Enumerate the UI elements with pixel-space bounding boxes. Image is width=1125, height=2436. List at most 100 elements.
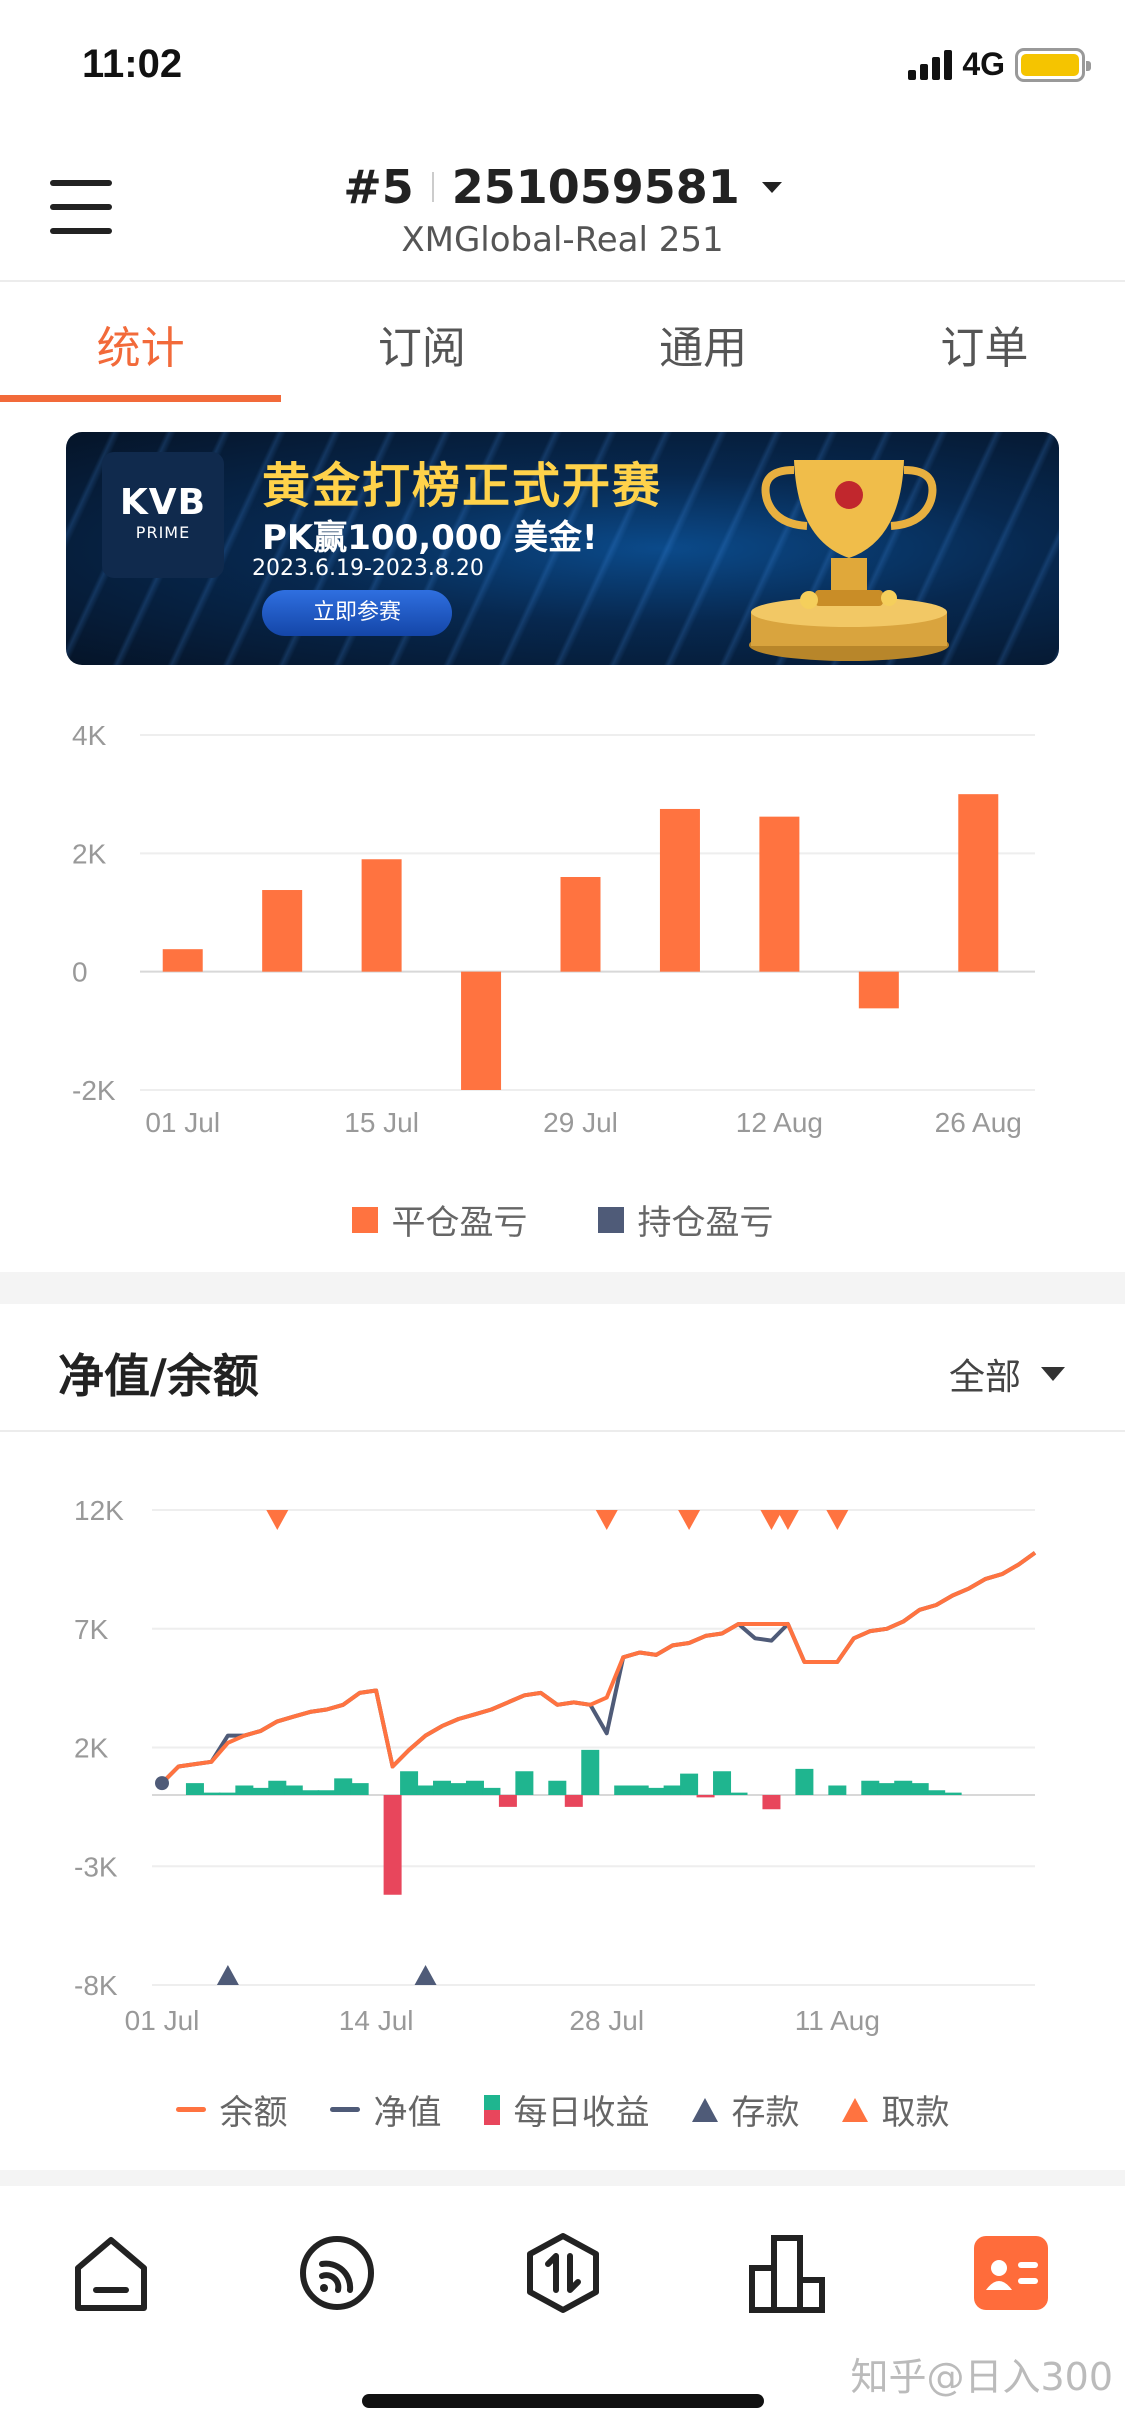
- pnl-bar-chart: 4K 2K 0 -2K 01 Jul 15 Jul 29 Jul 12 Aug 26 Aug: [72, 720, 1035, 1138]
- daily-profit-bar: [400, 1771, 419, 1795]
- trophy-icon: [749, 460, 949, 661]
- pnl-legend: 平仓盈亏 持仓盈亏: [0, 1195, 1125, 1244]
- legend-balance[interactable]: 余额: [175, 2085, 288, 2134]
- daily-profit-bar: [482, 1787, 501, 1795]
- home-indicator[interactable]: [362, 2394, 764, 2408]
- daily-profit-bar: [564, 1795, 583, 1807]
- app-header: #5 251059581 XMGlobal-Real 251: [0, 140, 1125, 282]
- daily-profit-bar: [284, 1785, 303, 1795]
- kvb-logo: KVB PRIME: [102, 452, 224, 578]
- daily-profit-bar: [943, 1792, 962, 1795]
- banner-title: 黄金打榜正式开赛: [262, 458, 663, 514]
- daily-profit-bar: [465, 1780, 484, 1795]
- daily-profit-bar: [416, 1785, 435, 1795]
- withdrawal-marker: [826, 1510, 849, 1530]
- range-filter[interactable]: 全部: [949, 1348, 1065, 1400]
- y-tick-label: 0: [72, 957, 88, 988]
- legend-deposit[interactable]: 存款: [691, 2085, 800, 2134]
- x-tick-label: 11 Aug: [795, 2005, 880, 2036]
- account-card-icon[interactable]: [966, 2228, 1056, 2318]
- daily-profit-bar: [498, 1795, 517, 1807]
- range-filter-label: 全部: [948, 1357, 1021, 1398]
- x-tick-label: 12 Aug: [736, 1107, 823, 1138]
- equity-balance-chart: 12K 7K 2K -3K -8K01 Jul 14 Jul 28 Jul 11 Aug: [74, 1495, 1037, 2036]
- balance-swatch: [175, 2107, 206, 2112]
- deposit-marker: [414, 1965, 437, 1985]
- tab-statistics[interactable]: 统计: [0, 282, 282, 402]
- daily-profit-bar: [235, 1785, 254, 1795]
- divider: [431, 172, 434, 202]
- x-tick-label: 26 Aug: [935, 1107, 1022, 1138]
- banner-dates: 2023.6.19-2023.8.20: [252, 556, 484, 581]
- legend-floating-pnl[interactable]: 持仓盈亏: [597, 1195, 774, 1244]
- watermark: 知乎@日入300: [850, 2355, 1113, 2399]
- withdrawal-marker: [776, 1510, 799, 1530]
- daily-profit-bar: [218, 1792, 237, 1795]
- tab-general[interactable]: 通用: [563, 282, 844, 402]
- banner-prize: PK赢100,000 美金!: [262, 518, 598, 558]
- caret-down-icon: [761, 181, 782, 193]
- daily-profit-bar: [680, 1773, 699, 1795]
- y-tick-label: -8K: [74, 1970, 118, 2001]
- daily-profit-bar: [894, 1780, 913, 1795]
- server-name: XMGlobal-Real 251: [401, 220, 724, 260]
- equity-section-header: 净值/余额 全部: [0, 1304, 1125, 1432]
- tab-orders[interactable]: 订单: [844, 282, 1125, 402]
- floating-pnl-swatch: [597, 1206, 624, 1233]
- pnl-bar: [560, 877, 601, 972]
- daily-profit-swatch: [483, 2094, 500, 2125]
- promo-banner[interactable]: KVB PRIME 黄金打榜正式开赛 PK赢100,000 美金! 2023.6…: [66, 432, 1059, 665]
- account-number: 251059581: [451, 160, 740, 214]
- account-index: #5: [343, 160, 414, 214]
- daily-profit-bar: [581, 1749, 600, 1795]
- x-tick-label: 01 Jul: [125, 2005, 200, 2036]
- join-button[interactable]: 立即参赛: [262, 590, 452, 636]
- home-icon[interactable]: [66, 2228, 156, 2318]
- x-tick-label: 28 Jul: [569, 2005, 644, 2036]
- status-indicators: 4G: [908, 46, 1091, 83]
- pnl-bar: [361, 859, 402, 972]
- y-tick-label: 4K: [72, 720, 107, 751]
- y-tick-label: -2K: [72, 1075, 116, 1106]
- daily-profit-bar: [762, 1795, 781, 1810]
- ranking-icon[interactable]: [742, 2228, 832, 2318]
- daily-profit-bar: [877, 1783, 896, 1795]
- x-tick-label: 14 Jul: [339, 2005, 414, 2036]
- pnl-bar: [958, 794, 999, 972]
- withdrawal-marker: [595, 1510, 618, 1530]
- daily-profit-bar: [383, 1795, 402, 1895]
- daily-profit-bar: [350, 1783, 369, 1795]
- withdrawal-marker: [266, 1510, 289, 1530]
- y-tick-label: 2K: [72, 838, 107, 869]
- closed-pnl-swatch: [351, 1206, 378, 1233]
- section-divider: [0, 2170, 1125, 2186]
- signal-feed-icon[interactable]: [292, 2228, 382, 2318]
- y-tick-label: 12K: [74, 1495, 124, 1526]
- daily-profit-bar: [696, 1795, 715, 1798]
- daily-profit-bar: [828, 1785, 847, 1795]
- tab-bar: 统计 订阅 通用 订单: [0, 282, 1125, 402]
- trade-icon[interactable]: [518, 2228, 608, 2318]
- daily-profit-bar: [334, 1778, 353, 1795]
- pnl-bar: [162, 949, 203, 972]
- account-selector[interactable]: #5 251059581 XMGlobal-Real 251: [0, 160, 1125, 260]
- daily-profit-bar: [301, 1790, 320, 1795]
- daily-profit-bar: [630, 1785, 649, 1795]
- legend-withdrawal[interactable]: 取款: [841, 2085, 950, 2134]
- daily-profit-bar: [251, 1787, 270, 1795]
- equity-swatch: [329, 2107, 360, 2112]
- tab-subscription[interactable]: 订阅: [281, 282, 562, 402]
- pnl-bar: [659, 808, 700, 972]
- pnl-bar: [759, 816, 800, 972]
- daily-profit-bar: [927, 1790, 946, 1795]
- legend-daily-profit[interactable]: 每日收益: [483, 2085, 650, 2134]
- signal-icon: [908, 49, 953, 80]
- daily-profit-bar: [317, 1790, 336, 1795]
- legend-closed-pnl[interactable]: 平仓盈亏: [351, 1195, 528, 1244]
- legend-equity[interactable]: 净值: [329, 2085, 442, 2134]
- battery-icon: [1015, 47, 1091, 82]
- balance-line: [160, 1551, 1037, 1785]
- status-bar: 11:02 4G: [0, 0, 1125, 140]
- daily-profit-bar: [647, 1787, 666, 1795]
- y-tick-label: 7K: [74, 1614, 109, 1645]
